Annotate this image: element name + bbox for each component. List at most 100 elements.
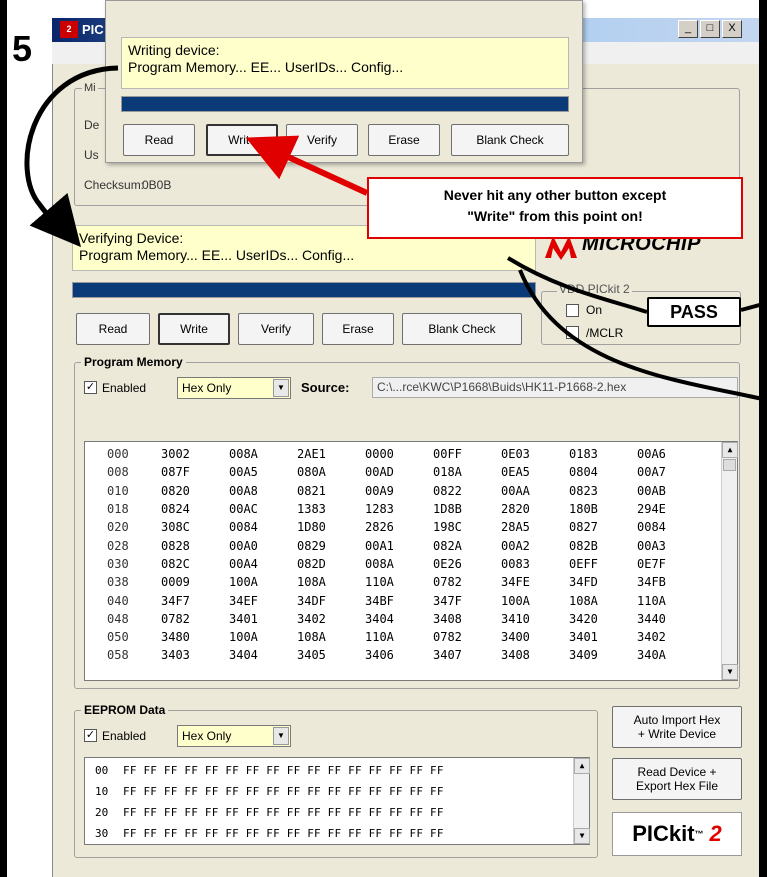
memory-cell[interactable]: 3407: [433, 648, 501, 662]
memory-cell[interactable]: 108A: [297, 575, 365, 589]
memory-cell[interactable]: 00A5: [229, 465, 297, 479]
memory-cell[interactable]: 3400: [501, 630, 569, 644]
memory-cell[interactable]: 0823: [569, 484, 637, 498]
memory-cell[interactable]: 3402: [637, 630, 705, 644]
memory-cell[interactable]: 1D8B: [433, 502, 501, 516]
memory-cell[interactable]: 28A5: [501, 520, 569, 534]
memory-cell[interactable]: 0009: [161, 575, 229, 589]
memory-cell[interactable]: 00A1: [365, 539, 433, 553]
memory-cell[interactable]: 00FF: [433, 447, 501, 461]
memory-cell[interactable]: 00A3: [637, 539, 705, 553]
memory-cell[interactable]: 3404: [365, 612, 433, 626]
memory-cell[interactable]: 2820: [501, 502, 569, 516]
pm-scroll-thumb[interactable]: [723, 459, 736, 471]
memory-cell[interactable]: 00A2: [501, 539, 569, 553]
memory-cell[interactable]: 00A8: [229, 484, 297, 498]
memory-cell[interactable]: 340A: [637, 648, 705, 662]
memory-cell[interactable]: 100A: [229, 575, 297, 589]
memory-cell[interactable]: 0782: [433, 575, 501, 589]
memory-cell[interactable]: 1283: [365, 502, 433, 516]
memory-cell[interactable]: 308C: [161, 520, 229, 534]
eeprom-data-cell[interactable]: FF FF FF FF FF FF FF FF FF FF FF FF FF F…: [115, 806, 444, 819]
overlay-verify-button[interactable]: Verify: [286, 124, 358, 156]
eeprom-data-cell[interactable]: FF FF FF FF FF FF FF FF FF FF FF FF FF F…: [115, 764, 444, 777]
scroll-down-icon[interactable]: ▼: [722, 664, 738, 680]
memory-cell[interactable]: 3403: [161, 648, 229, 662]
memory-cell[interactable]: 087F: [161, 465, 229, 479]
memory-cell[interactable]: 100A: [501, 594, 569, 608]
memory-cell[interactable]: 0084: [229, 520, 297, 534]
memory-cell[interactable]: 080A: [297, 465, 365, 479]
scroll-down-icon[interactable]: ▼: [574, 828, 590, 844]
memory-cell[interactable]: 082A: [433, 539, 501, 553]
memory-cell[interactable]: 3401: [229, 612, 297, 626]
mclr-checkbox[interactable]: [566, 326, 579, 339]
memory-cell[interactable]: 34FE: [501, 575, 569, 589]
memory-cell[interactable]: 0E26: [433, 557, 501, 571]
ee-scrollbar[interactable]: ▲ ▼: [573, 758, 590, 844]
memory-cell[interactable]: 0821: [297, 484, 365, 498]
memory-cell[interactable]: 347F: [433, 594, 501, 608]
memory-cell[interactable]: 00A9: [365, 484, 433, 498]
memory-cell[interactable]: 108A: [569, 594, 637, 608]
memory-cell[interactable]: 00AA: [501, 484, 569, 498]
memory-cell[interactable]: 34DF: [297, 594, 365, 608]
memory-cell[interactable]: 34FB: [637, 575, 705, 589]
memory-cell[interactable]: 0822: [433, 484, 501, 498]
memory-cell[interactable]: 0EA5: [501, 465, 569, 479]
memory-cell[interactable]: 00A6: [637, 447, 705, 461]
memory-cell[interactable]: 3408: [501, 648, 569, 662]
memory-cell[interactable]: 34F7: [161, 594, 229, 608]
memory-cell[interactable]: 0183: [569, 447, 637, 461]
verify-button[interactable]: Verify: [238, 313, 314, 345]
memory-cell[interactable]: 0E03: [501, 447, 569, 461]
overlay-write-button[interactable]: Write: [206, 124, 278, 156]
read-export-button[interactable]: Read Device + Export Hex File: [612, 758, 742, 800]
memory-cell[interactable]: 2AE1: [297, 447, 365, 461]
memory-cell[interactable]: 008A: [365, 557, 433, 571]
memory-cell[interactable]: 0804: [569, 465, 637, 479]
memory-cell[interactable]: 3401: [569, 630, 637, 644]
memory-cell[interactable]: 3406: [365, 648, 433, 662]
memory-cell[interactable]: 0782: [161, 612, 229, 626]
memory-cell[interactable]: 00A4: [229, 557, 297, 571]
memory-cell[interactable]: 34BF: [365, 594, 433, 608]
write-button[interactable]: Write: [158, 313, 230, 345]
memory-cell[interactable]: 008A: [229, 447, 297, 461]
memory-cell[interactable]: 0824: [161, 502, 229, 516]
memory-cell[interactable]: 34EF: [229, 594, 297, 608]
blank-check-button[interactable]: Blank Check: [402, 313, 522, 345]
memory-cell[interactable]: 3420: [569, 612, 637, 626]
memory-cell[interactable]: 1D80: [297, 520, 365, 534]
scroll-up-icon[interactable]: ▲: [722, 442, 738, 458]
memory-cell[interactable]: 294E: [637, 502, 705, 516]
memory-cell[interactable]: 2826: [365, 520, 433, 534]
memory-cell[interactable]: 018A: [433, 465, 501, 479]
program-memory-table[interactable]: 000 3002 008A 2AE1 0000 00FF 0E03 0183 00A6 008 08…: [84, 441, 738, 681]
close-button[interactable]: X: [722, 20, 742, 38]
eeprom-table[interactable]: 00 FF FF FF FF FF FF FF FF FF FF FF FF FF…: [84, 757, 590, 845]
memory-cell[interactable]: 0084: [637, 520, 705, 534]
memory-cell[interactable]: 1383: [297, 502, 365, 516]
memory-cell[interactable]: 0820: [161, 484, 229, 498]
memory-cell[interactable]: 110A: [637, 594, 705, 608]
memory-cell[interactable]: 3405: [297, 648, 365, 662]
memory-cell[interactable]: 3408: [433, 612, 501, 626]
memory-cell[interactable]: 0827: [569, 520, 637, 534]
overlay-read-button[interactable]: Read: [123, 124, 195, 156]
pm-enabled-checkbox[interactable]: ✓: [84, 381, 97, 394]
memory-cell[interactable]: 3440: [637, 612, 705, 626]
memory-cell[interactable]: 3410: [501, 612, 569, 626]
memory-cell[interactable]: 00A7: [637, 465, 705, 479]
memory-cell[interactable]: 0782: [433, 630, 501, 644]
scroll-up-icon[interactable]: ▲: [574, 758, 590, 774]
ee-enabled-checkbox[interactable]: ✓: [84, 729, 97, 742]
auto-import-write-button[interactable]: Auto Import Hex + Write Device: [612, 706, 742, 748]
eeprom-data-cell[interactable]: FF FF FF FF FF FF FF FF FF FF FF FF FF F…: [115, 827, 444, 840]
memory-cell[interactable]: 0829: [297, 539, 365, 553]
memory-cell[interactable]: 3402: [297, 612, 365, 626]
read-button[interactable]: Read: [76, 313, 150, 345]
overlay-blank-check-button[interactable]: Blank Check: [451, 124, 569, 156]
maximize-button[interactable]: □: [700, 20, 720, 38]
memory-cell[interactable]: 082D: [297, 557, 365, 571]
